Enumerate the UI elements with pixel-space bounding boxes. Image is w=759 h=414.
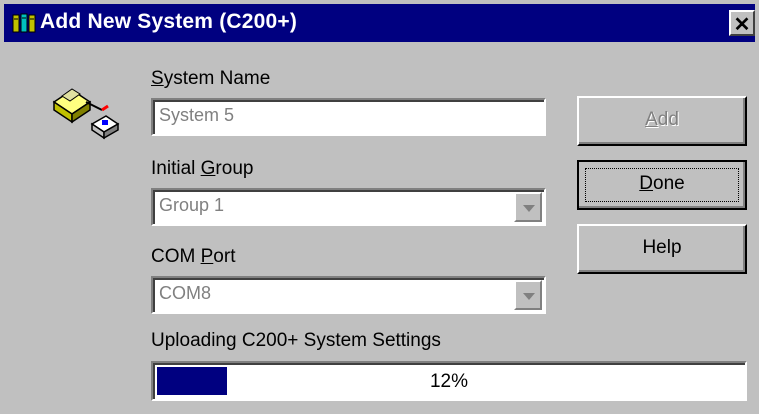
com-port-label: COM Port [151,246,236,267]
initial-group-label: Initial Group [151,158,254,179]
initial-group-select[interactable]: Group 1 [151,188,546,226]
computer-with-connector-icon [52,88,120,140]
title-bar[interactable]: Add New System (C200+) ✕ [4,4,755,42]
close-icon: ✕ [733,14,751,36]
window-title: Add New System (C200+) [40,10,298,33]
system-name-field[interactable]: System 5 [151,98,546,136]
system-name-label: System Name [151,68,271,89]
chevron-down-icon[interactable] [514,192,542,222]
help-button[interactable]: Help [577,224,747,274]
add-button[interactable]: Add [577,96,747,146]
initial-group-value: Group 1 [159,195,225,215]
system-name-value: System 5 [159,105,235,125]
progress-percent: 12% [429,371,469,392]
system-book-icon [12,13,36,33]
add-system-dialog: Add New System (C200+) ✕ System Name Sys… [0,0,759,414]
close-button[interactable]: ✕ [729,10,755,36]
done-button[interactable]: Done [577,160,747,210]
com-port-value: COM8 [159,283,212,303]
com-port-select[interactable]: COM8 [151,276,546,314]
upload-progress-bar: 12% [151,361,747,401]
progress-caption: Uploading C200+ System Settings [151,330,441,351]
chevron-down-icon[interactable] [514,280,542,310]
